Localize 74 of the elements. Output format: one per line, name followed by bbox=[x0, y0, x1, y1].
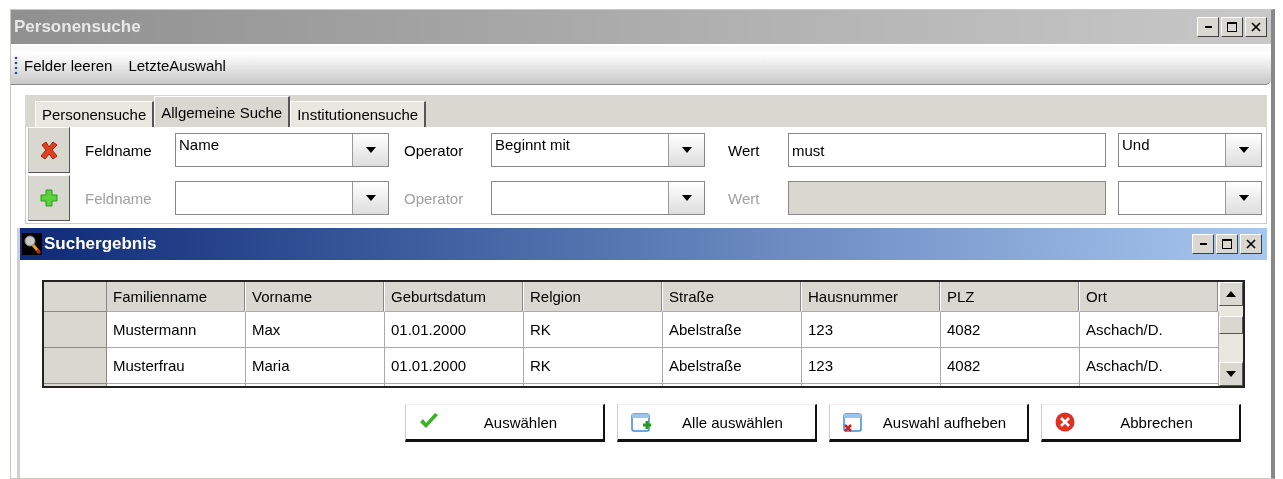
action-button[interactable]: Alle auswählen bbox=[617, 404, 817, 442]
arrow-down-icon bbox=[1226, 371, 1236, 377]
maximize-button[interactable] bbox=[1216, 234, 1238, 254]
table-cell: RK bbox=[524, 348, 663, 384]
minimize-icon bbox=[1204, 26, 1212, 28]
table-cell: RK bbox=[524, 312, 663, 348]
column-header[interactable]: Hausnummer bbox=[802, 282, 941, 312]
column-header[interactable]: Familienname bbox=[107, 282, 246, 312]
column-header[interactable]: Geburtsdatum bbox=[385, 282, 524, 312]
table-cell: Musterfrau bbox=[107, 348, 246, 384]
column-header[interactable]: Relgion bbox=[524, 282, 663, 312]
input-field[interactable]: must bbox=[788, 133, 1106, 167]
caret-icon bbox=[1238, 147, 1249, 153]
dropdown[interactable]: Name bbox=[175, 133, 389, 167]
table-cell: 4082 bbox=[941, 312, 1080, 348]
close-button[interactable] bbox=[1240, 234, 1262, 254]
field-label: Operator bbox=[404, 189, 465, 207]
caret-icon bbox=[1238, 195, 1249, 201]
maximize-icon bbox=[1222, 239, 1232, 249]
window-plus-icon bbox=[630, 411, 652, 433]
toolbar-button[interactable]: Felder leeren bbox=[18, 56, 119, 74]
remove-button[interactable] bbox=[28, 127, 70, 173]
magnifier-icon bbox=[22, 233, 42, 255]
arrow-up-icon bbox=[1226, 291, 1236, 297]
close-icon bbox=[1246, 239, 1256, 249]
cancel-icon bbox=[1054, 411, 1076, 433]
toolbar-button[interactable]: LetzteAuswahl bbox=[122, 56, 232, 74]
minimize-button[interactable] bbox=[1192, 234, 1214, 254]
plus-icon bbox=[39, 188, 59, 208]
window-title: Personensuche bbox=[14, 17, 141, 37]
tab[interactable]: Allgemeine Suche bbox=[154, 96, 291, 127]
dropdown[interactable]: Beginnt mit bbox=[491, 133, 705, 167]
close-button[interactable] bbox=[1245, 17, 1267, 37]
maximize-button[interactable] bbox=[1221, 17, 1243, 37]
action-button[interactable]: Abbrechen bbox=[1041, 404, 1241, 442]
caret-icon bbox=[365, 147, 376, 153]
table-cell: Abelstraße bbox=[663, 312, 802, 348]
field-label: Wert bbox=[728, 189, 761, 207]
tab[interactable]: Institutionensuche bbox=[290, 101, 427, 127]
scrollbar[interactable] bbox=[1219, 282, 1243, 386]
table-cell: 123 bbox=[802, 312, 941, 348]
field-label: Feldname bbox=[85, 189, 153, 207]
scroll-thumb[interactable] bbox=[1219, 316, 1243, 334]
caret-icon bbox=[681, 147, 692, 153]
cross-icon bbox=[39, 140, 59, 160]
column-header[interactable]: Straße bbox=[663, 282, 802, 312]
minimize-button[interactable] bbox=[1197, 17, 1219, 37]
scroll-up-button[interactable] bbox=[1219, 282, 1243, 306]
close-icon bbox=[1251, 22, 1261, 32]
caret-icon bbox=[365, 195, 376, 201]
maximize-icon bbox=[1227, 22, 1237, 32]
action-button[interactable]: Auswahl aufheben bbox=[829, 404, 1029, 442]
column-header[interactable]: Vorname bbox=[246, 282, 385, 312]
table-cell: Mustermann bbox=[107, 312, 246, 348]
table-cell: 4082 bbox=[941, 348, 1080, 384]
field-label: Wert bbox=[728, 141, 761, 159]
table-cell: 123 bbox=[802, 348, 941, 384]
field-label: Operator bbox=[404, 141, 465, 159]
window-title: Suchergebnis bbox=[44, 234, 158, 254]
tab[interactable]: Personensuche bbox=[35, 101, 155, 127]
table-cell: 01.01.2000 bbox=[385, 348, 524, 384]
minimize-icon bbox=[1199, 243, 1207, 245]
window-cross-icon bbox=[842, 411, 864, 433]
grip-icon bbox=[14, 54, 18, 76]
table-cell: 01.01.2000 bbox=[385, 312, 524, 348]
table-cell: Abelstraße bbox=[663, 348, 802, 384]
scroll-down-button[interactable] bbox=[1219, 362, 1243, 386]
action-button[interactable]: Auswählen bbox=[405, 404, 605, 442]
table-cell: Maria bbox=[246, 348, 385, 384]
field-label: Feldname bbox=[85, 141, 153, 159]
dropdown[interactable]: Und bbox=[1118, 133, 1262, 167]
table-cell: Max bbox=[246, 312, 385, 348]
caret-icon bbox=[681, 195, 692, 201]
column-header[interactable]: PLZ bbox=[941, 282, 1080, 312]
